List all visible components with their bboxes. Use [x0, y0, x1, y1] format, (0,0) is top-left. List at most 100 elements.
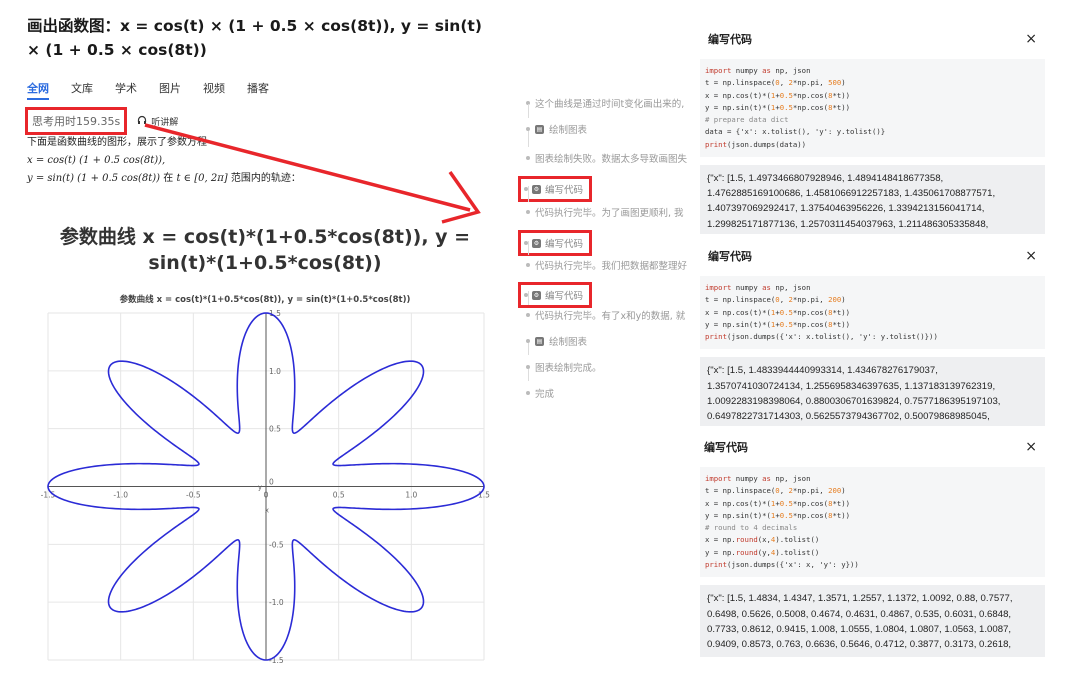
step-tool[interactable]: ⚙ 编写代码 [518, 230, 593, 256]
step-label: 绘制图表 [549, 125, 588, 136]
parametric-chart: -1.5 -1.0 -0.5 0 0.5 1.0 1.51.51.00.5-0.5-1.0-… [41, 309, 491, 665]
close-icon[interactable]: × [1025, 439, 1037, 455]
code-line: data = {'x': x.tolist(), 'y': y.tolist()… [705, 127, 886, 137]
code-line: y = np.sin(t)*(1+0.5*np.cos(8*t)) [705, 102, 851, 112]
timeline-connector [527, 369, 529, 381]
code-panel-1: 编写代码 × import numpy as np, json t = np.li… [700, 28, 1045, 235]
x-tick-label: -0.5 [186, 491, 201, 500]
output-block: {"x": [1.5, 1.4834, 1.4347, 1.3571, 1.25… [700, 585, 1045, 658]
step-label: 编写代码 [545, 291, 584, 302]
code-line: # prepare data dict [705, 115, 789, 125]
chart-plot-title: 参数曲线 x = cos(t)*(1+0.5*cos(8t)), y = sin… [119, 295, 411, 305]
code-line: x = np.cos(t)*(1+0.5*np.cos(8*t)) [705, 498, 851, 508]
y-axis-label: y [258, 484, 262, 492]
code-line: import numpy as np, json [705, 66, 811, 75]
code-block: import numpy as np, json t = np.linspace(… [700, 467, 1045, 578]
code-panel-3: 编写代码 × import numpy as np, json t = np.li… [700, 436, 1045, 658]
step-text: 图表绘制失败。数据太多导致画图失 [526, 151, 687, 165]
chart-tool-icon: ▤ [535, 336, 544, 346]
y-tick-label: -1.5 [269, 656, 284, 665]
code-block: import numpy as np, json t = np.linspace(… [700, 276, 1045, 350]
code-icon: ⚙ [532, 290, 541, 300]
panel-title: 编写代码 [704, 441, 748, 454]
output-block: {"x": [1.5, 1.4973466807928946, 1.489414… [700, 165, 1045, 235]
x-tick-label: 0 [264, 491, 269, 500]
y-tick-label: -0.5 [269, 540, 284, 549]
step-text: 图表绘制完成。 [526, 360, 602, 374]
step-tool[interactable]: ⚙ 编写代码 [518, 176, 593, 202]
output-line: 0.6498, 0.5626, 0.5008, 0.4674, 0.4631, … [707, 608, 1012, 620]
output-line: 1.3570741030724134, 1.2556958346397635, … [707, 380, 996, 392]
bullet-dot [526, 156, 530, 160]
step-label: 图表绘制完成。 [535, 363, 602, 374]
step-label: 编写代码 [545, 239, 584, 250]
origin-label: 0 [269, 478, 274, 487]
step-tool[interactable]: ⚙ 编写代码 [518, 282, 593, 308]
step-highlight-box[interactable]: ⚙ 编写代码 [518, 230, 593, 256]
bullet-dot [526, 210, 530, 214]
output-line: {"x": [1.5, 1.4833944440993314, 1.434678… [707, 365, 938, 377]
close-icon[interactable]: × [1025, 248, 1037, 264]
step-label: 代码执行完毕。为了画图更顺利, 我 [535, 208, 684, 219]
code-line: print(json.dumps({'x': x.tolist(), 'y': … [705, 332, 938, 342]
chart-tool-icon: ▤ [535, 124, 544, 134]
step-label: 代码执行完毕。我们把数据都整理好 [535, 261, 688, 272]
code-line: y = np.round(y,4).tolist() [705, 547, 820, 557]
code-line: t = np.linspace(0, 2*np.pi, 500) [705, 78, 846, 88]
panel-title: 编写代码 [708, 33, 752, 46]
code-line: # round to 4 decimals [705, 523, 798, 533]
code-line: import numpy as np, json [705, 283, 811, 292]
output-line: 0.6497822731714303, 0.5625573794367702, … [707, 411, 990, 423]
x-tick-label: 0.5 [333, 491, 345, 500]
step-tool[interactable]: ▤ 绘制图表 [526, 334, 587, 348]
code-line: y = np.sin(t)*(1+0.5*np.cos(8*t)) [705, 510, 851, 520]
step-text: 代码执行完毕。有了x和y的数据, 就 [526, 308, 685, 322]
output-line: 0.9409, 0.8573, 0.763, 0.6636, 0.5646, 0… [707, 638, 1012, 650]
output-line: 1.299825171877136, 1.2570311454037963, 1… [707, 218, 989, 230]
code-line: y = np.sin(t)*(1+0.5*np.cos(8*t)) [705, 319, 851, 329]
code-line: import numpy as np, json [705, 474, 811, 483]
code-line: x = np.cos(t)*(1+0.5*np.cos(8*t)) [705, 90, 851, 100]
step-text: 代码执行完毕。我们把数据都整理好 [526, 258, 687, 272]
output-line: 0.7733, 0.8612, 0.9415, 1.008, 1.0555, 1… [707, 623, 1012, 635]
timeline-connector [527, 241, 529, 255]
step-text: 完成 [526, 386, 554, 400]
y-tick-label: 1.0 [269, 367, 281, 376]
timeline-connector [527, 291, 529, 305]
x-tick-label: -1.0 [113, 491, 128, 500]
step-label: 绘制图表 [549, 337, 588, 348]
output-line: 1.4762885169100686, 1.4581066912257183, … [707, 188, 996, 200]
annotation-arrow [144, 123, 481, 224]
output-line: 1.407397069292417, 1.37540463956226, 1.3… [707, 203, 985, 215]
x-tick-label: 1.0 [405, 491, 417, 500]
timeline-connector [527, 343, 529, 355]
code-line: print(json.dumps(data)) [705, 139, 807, 149]
code-line: x = np.cos(t)*(1+0.5*np.cos(8*t)) [705, 307, 851, 317]
step-label: 这个曲线是通过时间t变化画出来的, [535, 99, 685, 110]
bullet-dot [526, 263, 530, 267]
close-icon[interactable]: × [1025, 31, 1037, 47]
step-text: 代码执行完毕。为了画图更顺利, 我 [526, 205, 684, 219]
timeline-connector [527, 186, 529, 202]
code-line: t = np.linspace(0, 2*np.pi, 200) [705, 486, 846, 496]
code-line: t = np.linspace(0, 2*np.pi, 200) [705, 295, 846, 305]
step-label: 完成 [535, 389, 555, 400]
step-highlight-box[interactable]: ⚙ 编写代码 [518, 176, 593, 202]
step-tool[interactable]: ▤ 绘制图表 [526, 122, 587, 136]
steps-timeline: 这个曲线是通过时间t变化画出来的, ▤ 绘制图表 图表绘制失败。数据太多导致画图失 ⚙ 编… [518, 96, 701, 416]
code-icon: ⚙ [532, 184, 541, 194]
bullet-dot [526, 313, 530, 317]
step-label: 代码执行完毕。有了x和y的数据, 就 [535, 311, 686, 322]
bullet-dot [526, 391, 530, 395]
output-block: {"x": [1.5, 1.4833944440993314, 1.434678… [700, 357, 1045, 427]
code-line: x = np.round(x,4).tolist() [705, 535, 820, 545]
x-axis-label: x [265, 507, 269, 515]
output-line: {"x": [1.5, 1.4973466807928946, 1.489414… [707, 173, 944, 185]
step-label: 编写代码 [545, 185, 584, 196]
output-line: {"x": [1.5, 1.4834, 1.4347, 1.3571, 1.25… [707, 593, 1013, 605]
step-highlight-box[interactable]: ⚙ 编写代码 [518, 282, 593, 308]
code-panel-2: 编写代码 × import numpy as np, json t = np.li… [700, 245, 1045, 427]
step-text: 这个曲线是通过时间t变化画出来的, [526, 96, 684, 110]
code-icon: ⚙ [532, 238, 541, 248]
timeline-connector [527, 104, 529, 118]
